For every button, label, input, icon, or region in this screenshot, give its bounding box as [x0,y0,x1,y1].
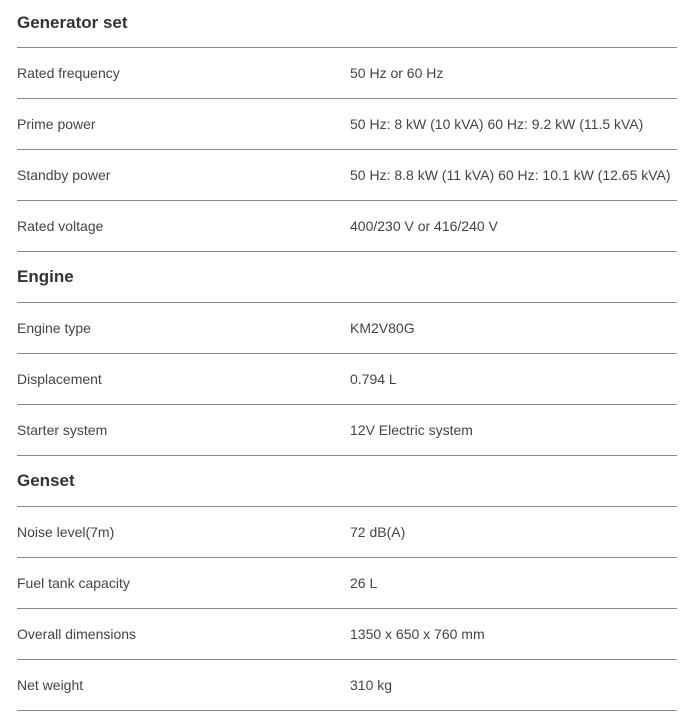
spec-row: Rated frequency 50 Hz or 60 Hz [17,48,677,99]
spec-value: 310 kg [350,677,393,693]
spec-label: Starter system [17,422,108,438]
spec-row: Noise level(7m) 72 dB(A) [17,507,677,558]
spec-value: 0.794 L [350,371,397,387]
section-title-engine: Engine [17,252,677,303]
section-title-genset: Genset [17,456,677,507]
spec-label: Noise level(7m) [17,524,115,540]
spec-label: Overall dimensions [17,626,137,642]
spec-table: Generator set Rated frequency 50 Hz or 6… [17,0,677,711]
spec-row: Prime power 50 Hz: 8 kW (10 kVA) 60 Hz: … [17,99,677,150]
spec-row: Engine type KM2V80G [17,303,677,354]
spec-value: 50 Hz: 8.8 kW (11 kVA) 60 Hz: 10.1 kW (1… [350,167,671,183]
spec-label: Engine type [17,320,91,336]
spec-value: 72 dB(A) [350,524,406,540]
spec-row: Displacement 0.794 L [17,354,677,405]
section-title-generator-set: Generator set [17,0,677,48]
spec-label: Standby power [17,167,111,183]
spec-label: Net weight [17,677,84,693]
spec-row: Rated voltage 400/230 V or 416/240 V [17,201,677,252]
spec-value: 12V Electric system [350,422,473,438]
spec-row: Fuel tank capacity 26 L [17,558,677,609]
spec-row: Net weight 310 kg [17,660,677,711]
spec-value: 1350 x 650 x 760 mm [350,626,485,642]
spec-value: 26 L [350,575,378,591]
spec-label: Rated frequency [17,65,120,81]
spec-label: Prime power [17,116,96,132]
spec-row: Overall dimensions 1350 x 650 x 760 mm [17,609,677,660]
spec-row: Starter system 12V Electric system [17,405,677,456]
spec-label: Fuel tank capacity [17,575,130,591]
spec-value: 400/230 V or 416/240 V [350,218,498,234]
spec-value: KM2V80G [350,320,415,336]
spec-value: 50 Hz: 8 kW (10 kVA) 60 Hz: 9.2 kW (11.5… [350,116,644,132]
spec-label: Displacement [17,371,102,387]
spec-row: Standby power 50 Hz: 8.8 kW (11 kVA) 60 … [17,150,677,201]
spec-value: 50 Hz or 60 Hz [350,65,444,81]
spec-label: Rated voltage [17,218,104,234]
